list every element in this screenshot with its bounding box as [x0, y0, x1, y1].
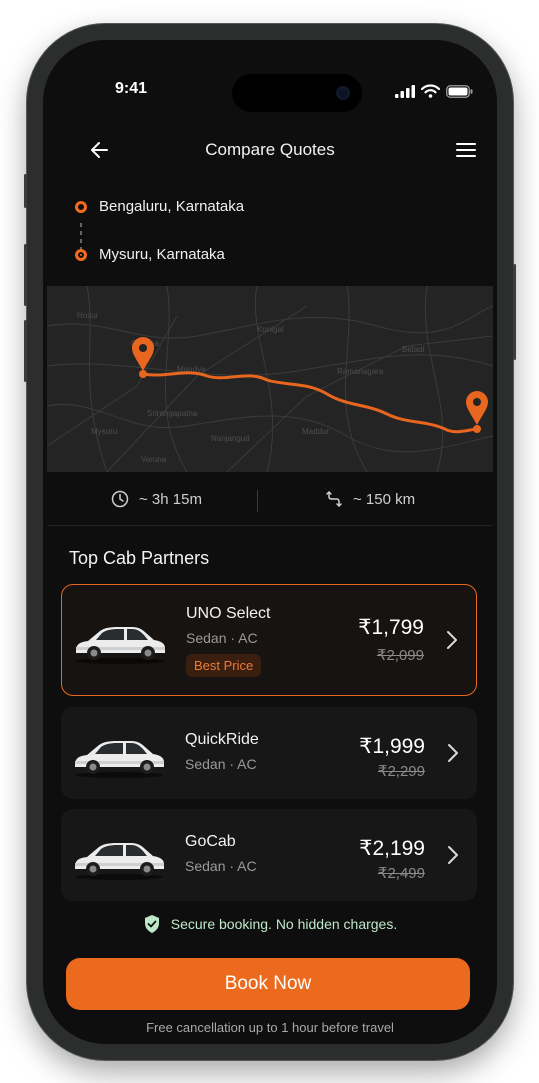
duration-label: ~ 3h 15m	[139, 490, 202, 508]
svg-text:Nanjangud: Nanjangud	[211, 434, 250, 443]
partner-type: Sedan · AC	[186, 630, 258, 646]
map-background: Hosur Channa Mandya Srirangapatna Nanjan…	[47, 286, 493, 472]
partner-type: Sedan · AC	[185, 858, 257, 874]
partner-card-quickride[interactable]: QuickRide Sedan · AC ₹1,999 ₹2,299	[61, 707, 477, 799]
book-now-button[interactable]: Book Now	[66, 958, 470, 1010]
svg-text:Varuna: Varuna	[141, 455, 167, 464]
sedan-car-image	[75, 843, 164, 880]
chevron-right-icon[interactable]	[446, 630, 458, 650]
distance-label: ~ 150 km	[353, 490, 416, 508]
partner-old-price: ₹2,299	[377, 763, 425, 780]
route-distance-icon	[326, 491, 342, 507]
cancellation-note: Free cancellation up to 1 hour before tr…	[146, 1020, 394, 1035]
secure-booking-note: Secure booking. No hidden charges.	[43, 914, 497, 934]
sedan-car-image	[76, 627, 165, 664]
drop-label: Mysuru, Karnataka	[99, 246, 225, 263]
drop-location[interactable]: Mysuru, Karnataka	[75, 246, 225, 263]
pickup-dot-icon	[75, 200, 87, 213]
volume-down-button	[24, 320, 27, 382]
partner-name: QuickRide	[185, 731, 259, 748]
screen: 9:41 Compare Quotes Bengaluru, Karnataka…	[43, 40, 497, 1044]
svg-text:Maddur: Maddur	[302, 427, 329, 436]
route-map[interactable]: Hosur Channa Mandya Srirangapatna Nanjan…	[47, 286, 493, 472]
shield-check-icon	[144, 915, 159, 933]
destination-pin-icon[interactable]	[465, 390, 489, 426]
chevron-right-icon[interactable]	[447, 845, 459, 865]
distance-stat: ~ 150 km	[325, 490, 415, 508]
svg-text:Mysuru: Mysuru	[91, 427, 117, 436]
chevron-right-icon[interactable]	[447, 743, 459, 763]
duration-stat: ~ 3h 15m	[111, 490, 202, 508]
sedan-car-image	[75, 741, 164, 778]
partner-type: Sedan · AC	[185, 756, 257, 772]
pickup-label: Bengaluru, Karnataka	[99, 198, 245, 215]
svg-text:Srirangapatna: Srirangapatna	[147, 409, 198, 418]
partner-price: ₹1,999	[359, 735, 425, 758]
svg-text:Hosur: Hosur	[77, 311, 99, 320]
pickup-location[interactable]: Bengaluru, Karnataka	[75, 198, 244, 215]
hamburger-menu-icon[interactable]	[455, 140, 477, 160]
partner-old-price: ₹2,099	[376, 647, 424, 664]
partner-old-price: ₹2,499	[377, 865, 425, 882]
wifi-icon	[421, 84, 440, 98]
svg-text:Ramanagara: Ramanagara	[337, 367, 384, 376]
trip-stats: ~ 3h 15m ~ 150 km	[47, 476, 493, 526]
partner-card-uno-select[interactable]: UNO Select Sedan · AC Best Price ₹1,799 …	[61, 584, 477, 696]
dynamic-island	[232, 74, 362, 112]
best-price-badge: Best Price	[186, 654, 262, 677]
phone-frame: 9:41 Compare Quotes Bengaluru, Karnataka…	[24, 24, 516, 1060]
partner-name: UNO Select	[186, 605, 271, 622]
page-title: Compare Quotes	[205, 140, 335, 159]
power-button	[513, 264, 516, 360]
partner-card-gocab[interactable]: GoCab Sedan · AC ₹2,199 ₹2,499	[61, 809, 477, 901]
drop-dot-icon	[75, 248, 87, 261]
clock-icon	[111, 490, 129, 508]
svg-text:Bidadi: Bidadi	[402, 345, 424, 354]
origin-pin-icon[interactable]	[131, 336, 155, 372]
battery-icon	[446, 84, 473, 98]
signal-icon	[395, 84, 415, 98]
svg-text:Kunigal: Kunigal	[257, 325, 284, 334]
partner-name: GoCab	[185, 833, 236, 850]
section-title: Top Cab Partners	[69, 548, 210, 568]
top-bar: Compare Quotes	[43, 128, 497, 174]
action-button	[24, 174, 27, 208]
status-icons	[395, 84, 473, 98]
status-time: 9:41	[115, 80, 148, 97]
stats-divider	[257, 490, 258, 512]
partner-price: ₹1,799	[358, 616, 424, 639]
secure-text: Secure booking. No hidden charges.	[170, 916, 398, 932]
volume-up-button	[24, 244, 27, 306]
partner-price: ₹2,199	[359, 837, 425, 860]
